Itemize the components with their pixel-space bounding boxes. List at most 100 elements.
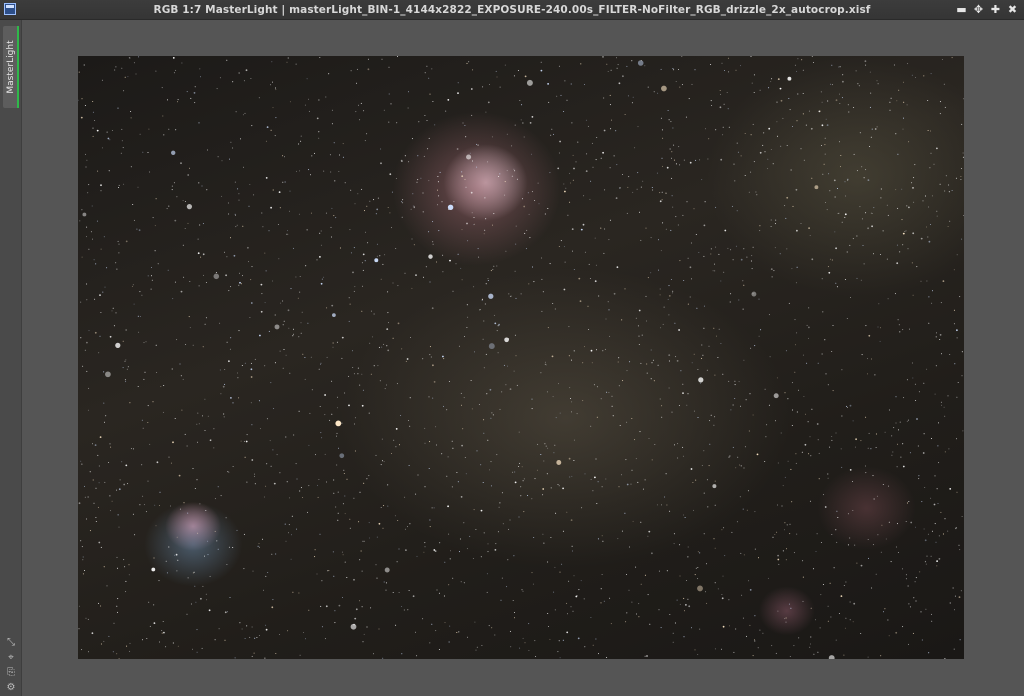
star [188, 316, 190, 318]
star [720, 280, 722, 282]
star [896, 262, 899, 265]
star [630, 483, 632, 485]
star [335, 217, 337, 219]
star [760, 329, 762, 331]
fit-view-icon[interactable]: ⤡ [5, 637, 17, 649]
star [118, 488, 121, 491]
star [631, 102, 633, 104]
star [226, 564, 228, 565]
star [915, 526, 916, 528]
star [400, 159, 403, 162]
star [604, 189, 606, 191]
star [789, 523, 791, 525]
star [172, 298, 174, 300]
settings-icon[interactable]: ⚙ [5, 682, 17, 694]
star [348, 297, 350, 299]
star [250, 302, 253, 304]
star [696, 307, 698, 309]
star [776, 377, 778, 379]
star [920, 280, 922, 282]
star [464, 457, 466, 458]
star [762, 632, 764, 634]
star [279, 207, 281, 209]
lock-icon[interactable]: ⎘ [5, 667, 17, 679]
star [176, 570, 178, 572]
star [961, 351, 963, 353]
star [944, 190, 946, 192]
star [258, 546, 260, 548]
star [279, 634, 281, 635]
shade-button[interactable]: ✥ [973, 3, 984, 17]
star [359, 384, 361, 386]
star [823, 494, 824, 496]
star [280, 302, 282, 304]
star [265, 628, 268, 631]
star [635, 317, 637, 319]
star [329, 154, 331, 156]
star [751, 255, 753, 257]
star [953, 648, 955, 650]
star [439, 542, 441, 544]
star [249, 636, 251, 638]
star [487, 543, 489, 545]
star [750, 134, 752, 136]
star [850, 297, 851, 298]
star [536, 469, 538, 471]
star [774, 223, 776, 225]
star [689, 296, 691, 298]
star [699, 628, 701, 630]
astro-image[interactable] [78, 56, 964, 659]
star [926, 226, 927, 228]
star [232, 147, 234, 149]
star [300, 135, 302, 137]
star [737, 151, 739, 153]
star [298, 592, 300, 594]
star [481, 299, 483, 301]
star [153, 557, 155, 559]
star [497, 531, 499, 533]
star [668, 314, 670, 316]
star [429, 93, 431, 95]
star [651, 362, 653, 364]
star [308, 98, 309, 100]
star [296, 170, 297, 172]
star [115, 342, 121, 349]
star [509, 519, 511, 521]
star [226, 256, 228, 258]
star [487, 278, 489, 280]
star [487, 161, 489, 163]
image-view-area[interactable] [22, 20, 1024, 696]
star [834, 196, 836, 198]
star [270, 382, 272, 384]
star [598, 295, 600, 297]
star [438, 649, 440, 650]
star [915, 77, 916, 78]
zoom-icon[interactable]: ⌖ [5, 652, 17, 664]
star [540, 372, 542, 374]
star [770, 226, 772, 227]
star [375, 564, 377, 566]
maximize-button[interactable]: ✚ [990, 3, 1001, 17]
star [353, 373, 355, 375]
star [373, 653, 374, 655]
title-bar[interactable]: RGB 1:7 MasterLight | masterLight_BIN-1_… [0, 0, 1024, 20]
star [710, 414, 712, 416]
star [308, 485, 310, 487]
star [705, 128, 706, 130]
star [678, 329, 680, 331]
star [956, 438, 957, 440]
star [665, 473, 667, 475]
minimize-button[interactable]: ▬ [956, 3, 967, 17]
star [391, 191, 393, 193]
star [824, 144, 826, 146]
star [302, 353, 304, 355]
star [116, 268, 118, 270]
close-button[interactable]: ✖ [1007, 3, 1018, 17]
view-identifier-tab[interactable]: MasterLight [3, 26, 19, 108]
star [248, 205, 250, 207]
star [616, 266, 619, 269]
star [534, 200, 536, 201]
star [461, 171, 463, 173]
star [299, 276, 301, 277]
star [809, 235, 811, 236]
